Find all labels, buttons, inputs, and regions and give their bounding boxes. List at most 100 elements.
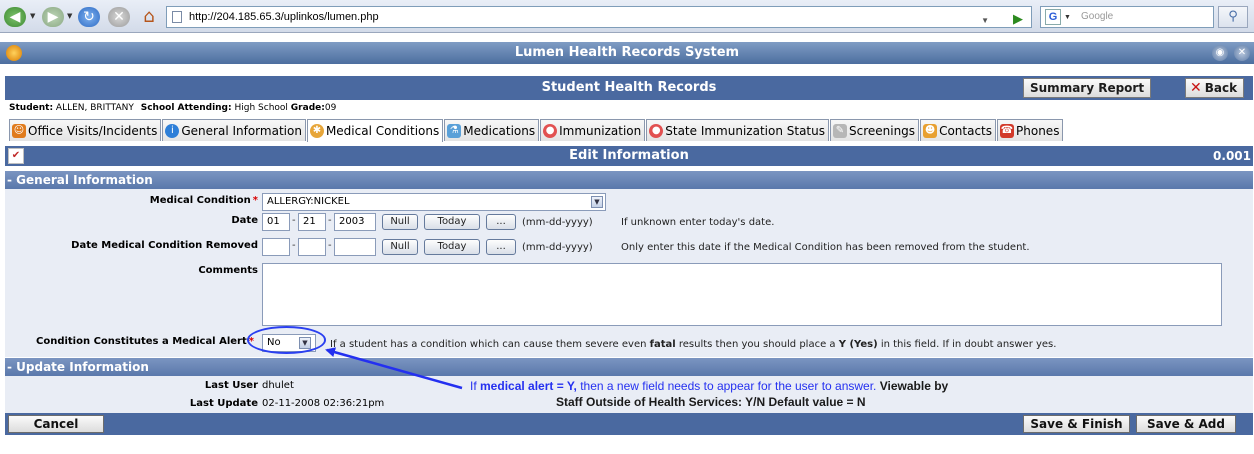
date-null-button[interactable]: Null — [382, 214, 418, 230]
tab-label: State Immunization Status — [665, 123, 825, 138]
date-today-button[interactable]: Today — [424, 214, 480, 230]
alert-hint-part: If a student has a condition which can c… — [330, 339, 650, 350]
tab-label: Phones — [1016, 123, 1060, 138]
date-label: Date — [231, 215, 258, 226]
stop-icon[interactable]: ✕ — [108, 7, 130, 27]
note-emphasis: medical alert = Y, — [480, 379, 577, 393]
last-user-label: Last User — [204, 380, 258, 391]
tab-state-immunization-status[interactable]: ● State Immunization Status — [646, 119, 829, 141]
forward-history-dropdown-icon[interactable]: ▼ — [67, 12, 72, 20]
medical-alert-hint: If a student has a condition which can c… — [330, 339, 1056, 350]
note-part: If — [470, 379, 481, 393]
back-button[interactable]: ✕ Back — [1185, 78, 1245, 98]
medications-icon: ⚗ — [447, 123, 462, 138]
removed-date-hint: Only enter this date if the Medical Cond… — [621, 242, 1030, 253]
info-icon: i — [165, 123, 180, 138]
close-icon[interactable]: ✕ — [1234, 45, 1250, 61]
tab-phones[interactable]: ☎ Phones — [997, 119, 1064, 141]
date-month-input[interactable]: 01 — [262, 213, 290, 231]
contacts-icon: ☻ — [923, 123, 938, 138]
required-marker: * — [252, 195, 258, 206]
address-dropdown-icon[interactable]: ▼ — [981, 11, 989, 31]
grade-value: 09 — [324, 103, 337, 113]
medical-alert-label-text: Condition Constitutes a Medical Alert — [35, 336, 247, 347]
tab-screenings[interactable]: ✎ Screenings — [829, 119, 920, 141]
back-history-dropdown-icon[interactable]: ▼ — [30, 12, 35, 20]
help-icon[interactable]: ◉ — [1212, 45, 1228, 61]
removed-month-input[interactable] — [262, 238, 290, 256]
search-input[interactable]: G ▼ Google — [1040, 6, 1214, 28]
section-header: Student Health Records Summary Report ✕ B… — [5, 76, 1253, 100]
version-number: 0.001 — [1213, 149, 1251, 163]
cancel-button[interactable]: Cancel — [8, 415, 104, 433]
date-separator: - — [292, 240, 296, 251]
medical-condition-select[interactable]: ALLERGY:NICKEL ▼ — [262, 193, 606, 211]
annotation-highlight-ellipse — [247, 326, 326, 354]
removed-null-button[interactable]: Null — [382, 239, 418, 255]
update-information-header[interactable]: - Update Information — [5, 358, 1253, 376]
tab-label: Medications — [463, 123, 536, 138]
address-url: http://204.185.65.3/uplinkos/lumen.php — [189, 11, 379, 23]
app-title: Lumen Health Records System — [514, 45, 740, 60]
medical-icon: ✱ — [309, 124, 324, 138]
tab-bar: ☺ Office Visits/Incidents i General Inform… — [9, 119, 1064, 142]
tab-label: Immunization — [559, 123, 642, 138]
note-part: then a new field needs to appear for the… — [576, 379, 877, 393]
note-viewable: Viewable by — [876, 379, 949, 393]
back-x-icon: ✕ — [1190, 80, 1202, 96]
app-title-bar: Lumen Health Records System ◉ ✕ — [0, 42, 1254, 64]
tab-contacts[interactable]: ☻ Contacts — [920, 119, 997, 141]
comments-textarea[interactable] — [262, 263, 1222, 326]
browser-toolbar: ◀ ▼ ▶ ▼ ↻ ✕ ⌂ http://204.185.65.3/uplink… — [0, 0, 1254, 33]
comments-label: Comments — [198, 265, 258, 276]
browser-back-icon[interactable]: ◀ — [4, 7, 26, 27]
refresh-icon[interactable]: ↻ — [78, 7, 100, 27]
tab-label: Office Visits/Incidents — [28, 123, 158, 138]
save-finish-button[interactable]: Save & Finish — [1023, 415, 1130, 433]
go-icon[interactable]: ▶ — [1013, 9, 1023, 29]
removed-year-input[interactable] — [334, 238, 376, 256]
address-bar[interactable]: http://204.185.65.3/uplinkos/lumen.php ▼… — [166, 6, 1032, 28]
removed-day-input[interactable] — [298, 238, 326, 256]
date-picker-button[interactable]: ... — [486, 214, 516, 230]
alert-hint-fatal: fatal — [649, 339, 676, 350]
removed-today-button[interactable]: Today — [424, 239, 480, 255]
tab-medications[interactable]: ⚗ Medications — [444, 119, 540, 141]
removed-date-label: Date Medical Condition Removed — [71, 240, 258, 251]
edit-form-icon[interactable]: ✔ — [8, 148, 24, 164]
date-day-input[interactable]: 21 — [298, 213, 326, 231]
date-hint: If unknown enter today's date. — [621, 217, 775, 228]
tab-immunization[interactable]: ● Immunization — [540, 119, 646, 141]
tab-medical-conditions[interactable]: ✱ Medical Conditions — [306, 119, 444, 142]
tab-label: General Information — [181, 123, 302, 138]
search-icon[interactable]: ⚲ — [1218, 6, 1248, 28]
school-label: School Attending: — [140, 103, 232, 113]
home-icon[interactable]: ⌂ — [138, 7, 160, 27]
save-add-button[interactable]: Save & Add — [1136, 415, 1236, 433]
removed-date-picker-button[interactable]: ... — [486, 239, 516, 255]
student-name: ALLEN, BRITTANY — [55, 103, 134, 113]
browser-forward-icon[interactable]: ▶ — [42, 7, 64, 27]
alert-hint-part: results then you should place a — [675, 339, 839, 350]
tab-office-visits[interactable]: ☺ Office Visits/Incidents — [9, 119, 162, 141]
general-information-header[interactable]: - General Information — [5, 171, 1253, 189]
summary-report-button[interactable]: Summary Report — [1023, 78, 1152, 98]
medical-condition-label-text: Medical Condition — [149, 195, 251, 206]
grade-label: Grade: — [290, 103, 325, 113]
screenings-icon: ✎ — [832, 123, 847, 138]
section-title: Student Health Records — [541, 80, 717, 95]
state-immunization-icon: ● — [649, 123, 664, 138]
tab-general-information[interactable]: i General Information — [162, 119, 306, 141]
chevron-down-icon: ▼ — [591, 196, 603, 208]
edit-title: Edit Information — [569, 148, 689, 163]
date-year-input[interactable]: 2003 — [334, 213, 376, 231]
tab-label: Medical Conditions — [325, 124, 440, 138]
search-engine-dropdown-icon[interactable]: ▼ — [1064, 8, 1071, 28]
date-format-hint: (mm-dd-yyyy) — [522, 217, 593, 228]
back-button-label: Back — [1204, 81, 1238, 95]
medical-alert-label: Condition Constitutes a Medical Alert * — [10, 336, 254, 347]
date-separator: - — [328, 215, 332, 226]
lumen-logo-icon — [6, 45, 22, 61]
last-update-label: Last Update — [189, 398, 258, 409]
medical-condition-value: ALLERGY:NICKEL — [267, 196, 350, 207]
